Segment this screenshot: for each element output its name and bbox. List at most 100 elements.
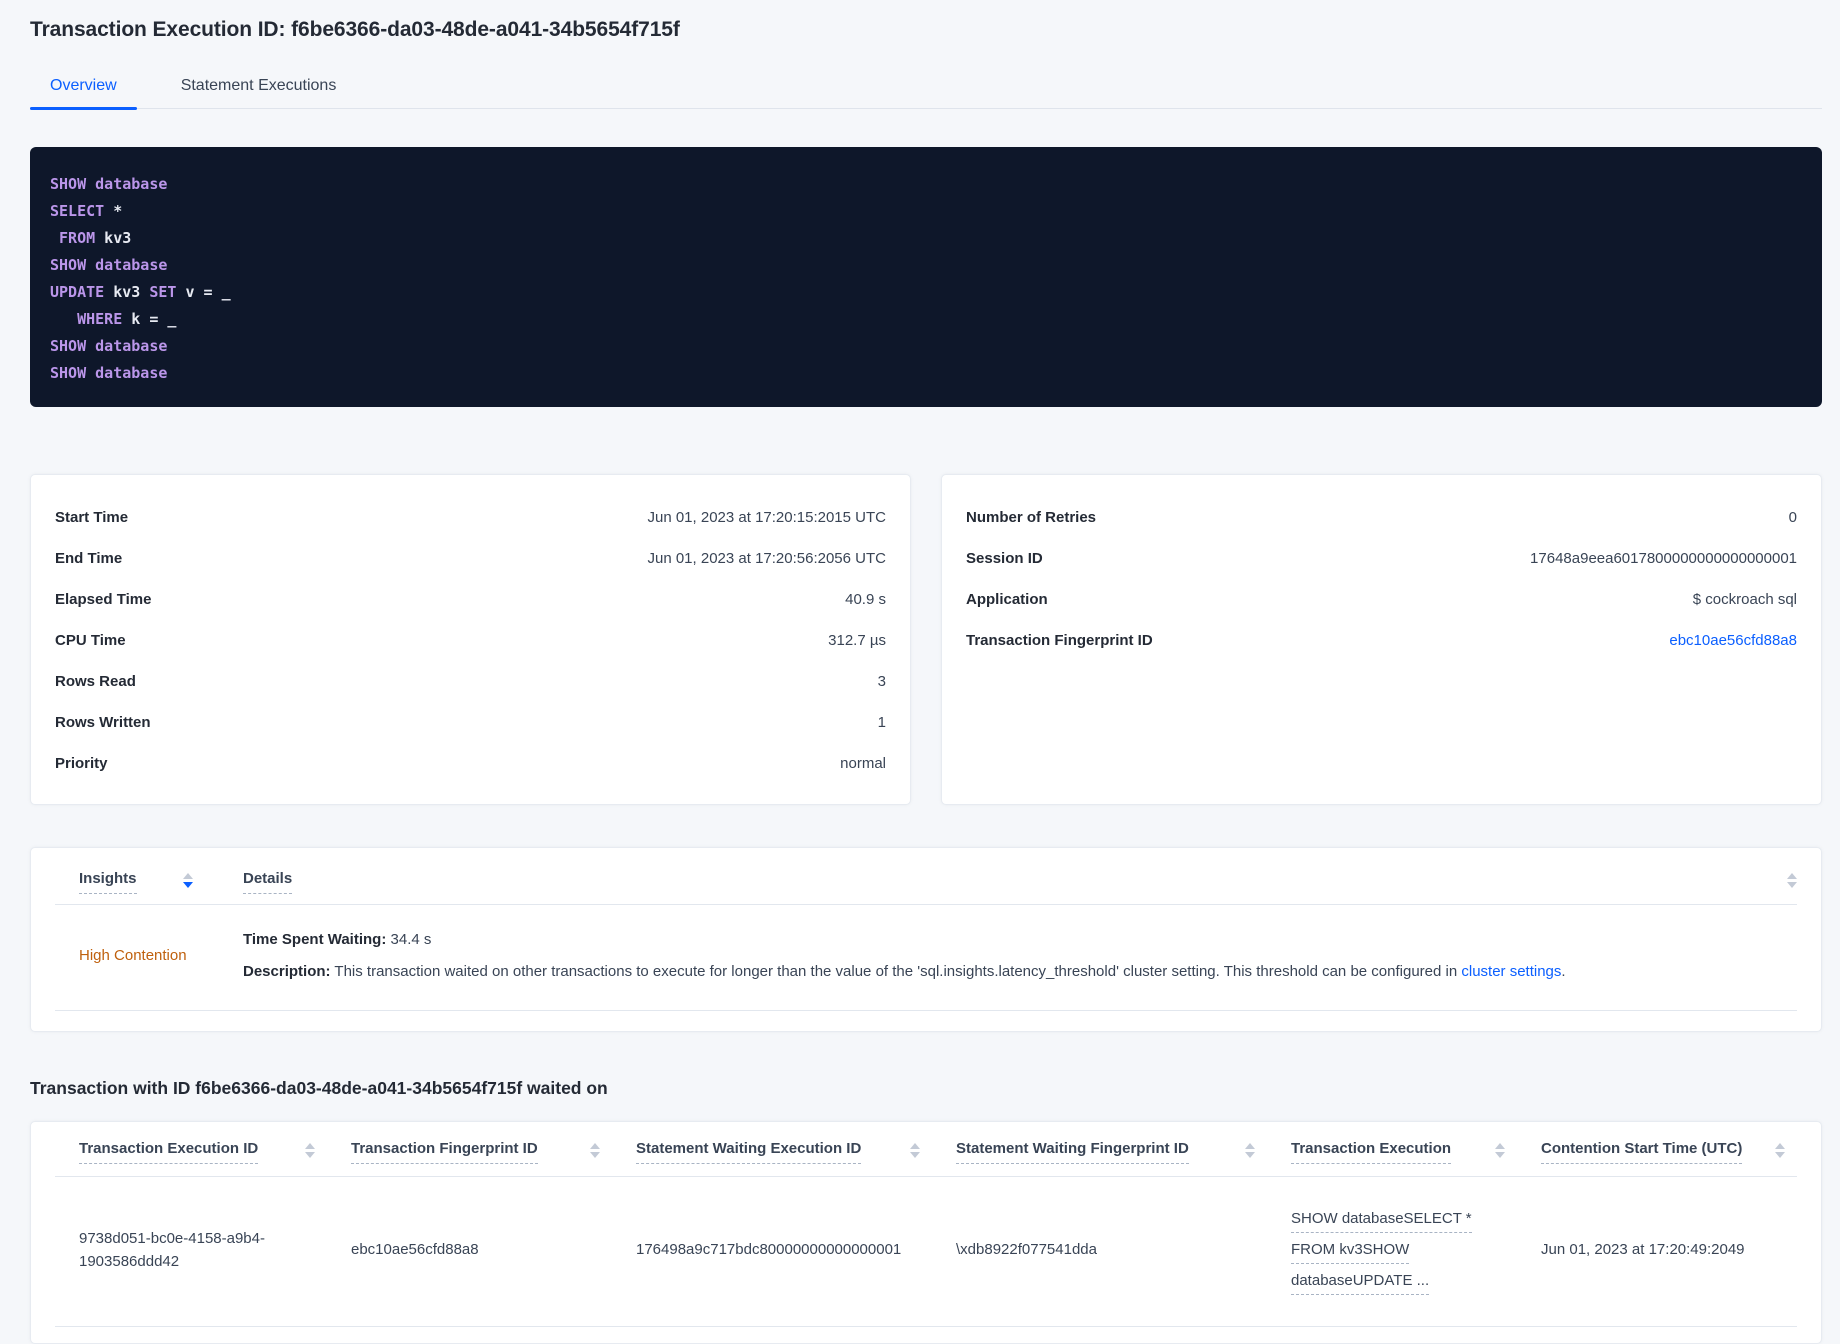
time-spent-waiting-label: Time Spent Waiting: — [243, 931, 387, 948]
summary-row: Number of Retries 0 — [942, 497, 1821, 538]
transaction-execution-preview-link[interactable]: SHOW databaseSELECT * FROM kv3SHOW databas… — [1267, 1203, 1517, 1296]
time-spent-waiting: Time Spent Waiting: 34.4 s — [243, 929, 1797, 950]
tab-bar: Overview Statement Executions — [30, 68, 1822, 110]
summary-value: Jun 01, 2023 at 17:20:15:2015 UTC — [647, 509, 886, 526]
sort-up-arrow — [910, 1143, 920, 1149]
time-spent-waiting-value: 34.4 s — [390, 931, 432, 948]
page-title: Transaction Execution ID: f6be6366-da03-… — [30, 18, 680, 41]
summary-label: CPU Time — [55, 632, 126, 649]
summary-value: Jun 01, 2023 at 17:20:56:2056 UTC — [647, 550, 886, 567]
summary-row: Elapsed Time 40.9 s — [31, 579, 910, 620]
column-header-transaction-execution-id[interactable]: Transaction Execution ID — [55, 1140, 327, 1164]
summary-label: Priority — [55, 755, 108, 772]
summary-label: Rows Written — [55, 714, 151, 731]
execution-summary-card: Start Time Jun 01, 2023 at 17:20:15:2015 … — [30, 474, 911, 805]
sort-down-arrow — [1775, 1152, 1785, 1158]
tab-overview[interactable]: Overview — [30, 68, 137, 110]
summary-row: Start Time Jun 01, 2023 at 17:20:15:2015 … — [31, 497, 910, 538]
insight-type-label: High Contention — [79, 947, 187, 964]
sort-up-arrow — [1245, 1143, 1255, 1149]
summary-row: End Time Jun 01, 2023 at 17:20:56:2056 UT… — [31, 538, 910, 579]
sort-icon[interactable] — [1787, 870, 1797, 888]
column-header-statement-waiting-execution-id[interactable]: Statement Waiting Execution ID — [612, 1140, 932, 1164]
statement-waiting-fingerprint-id-cell: \xdb8922f077541dda — [956, 1241, 1097, 1258]
summary-row: Transaction Fingerprint ID ebc10ae56cfd88… — [942, 620, 1821, 661]
sql-preview-text[interactable]: SHOW databaseSELECT * — [1291, 1209, 1472, 1233]
insights-column-label[interactable]: Insights — [79, 870, 137, 894]
sort-icon[interactable] — [910, 1140, 920, 1158]
sql-line: FROM kv3 — [50, 225, 1802, 252]
summary-value: 40.9 s — [845, 591, 886, 608]
sql-line: WHERE k = _ — [50, 306, 1802, 333]
insight-details: Time Spent Waiting: 34.4 s Description: … — [243, 929, 1797, 982]
transaction-fingerprint-link[interactable]: ebc10ae56cfd88a8 — [1669, 632, 1797, 649]
summary-value: 1 — [877, 714, 886, 731]
sort-icon[interactable] — [590, 1140, 600, 1158]
summary-label: Rows Read — [55, 673, 136, 690]
column-header-statement-waiting-fingerprint-id[interactable]: Statement Waiting Fingerprint ID — [932, 1140, 1267, 1164]
waited-on-table-card: Transaction Execution ID Transaction Fing… — [30, 1121, 1822, 1344]
sql-keyword: SHOW database — [50, 256, 168, 274]
column-label-statement-waiting-fingerprint-id[interactable]: Statement Waiting Fingerprint ID — [956, 1140, 1189, 1164]
sql-preview-text[interactable]: FROM kv3SHOW — [1291, 1240, 1410, 1264]
sort-down-arrow — [305, 1152, 315, 1158]
tab-statement-executions[interactable]: Statement Executions — [161, 68, 357, 108]
column-label-transaction-fingerprint-id[interactable]: Transaction Fingerprint ID — [351, 1140, 538, 1164]
cluster-settings-link[interactable]: cluster settings — [1461, 963, 1561, 980]
sql-keyword: FROM — [50, 229, 96, 247]
contention-start-time-cell: Jun 01, 2023 at 17:20:49:2049 — [1541, 1241, 1745, 1258]
sort-icon[interactable] — [305, 1140, 315, 1158]
sql-literal: * — [104, 202, 123, 220]
statement-waiting-execution-id-cell: 176498a9c717bdc80000000000000001 — [636, 1241, 902, 1258]
sort-icon[interactable] — [1495, 1140, 1505, 1158]
details-column-label[interactable]: Details — [243, 870, 293, 894]
summary-value: 0 — [1788, 509, 1797, 526]
column-header-contention-start-time-utc[interactable]: Contention Start Time (UTC) — [1517, 1140, 1797, 1164]
column-label-contention-start-time-utc[interactable]: Contention Start Time (UTC) — [1541, 1140, 1743, 1164]
details-column-header[interactable]: Details — [243, 870, 293, 894]
insights-column-header[interactable]: Insights — [79, 870, 243, 894]
sql-line: SELECT * — [50, 198, 1802, 225]
sql-keyword: SHOW database — [50, 337, 168, 355]
sql-line: SHOW database — [50, 360, 1802, 387]
insight-row: High Contention Time Spent Waiting: 34.4… — [55, 905, 1797, 1011]
column-header-transaction-fingerprint-id[interactable]: Transaction Fingerprint ID — [327, 1140, 612, 1164]
sort-up-arrow — [590, 1143, 600, 1149]
sort-icon[interactable] — [182, 870, 193, 888]
sort-down-arrow — [1245, 1152, 1255, 1158]
summary-label: End Time — [55, 550, 123, 567]
sql-keyword: WHERE — [50, 310, 123, 328]
summary-value: 17648a9eea6017800000000000000001 — [1530, 550, 1797, 567]
transaction-fingerprint-id-cell: ebc10ae56cfd88a8 — [351, 1241, 479, 1258]
waited-on-heading: Transaction with ID f6be6366-da03-48de-a… — [30, 1078, 608, 1098]
sql-literal: kv3 — [104, 283, 150, 301]
summary-row: Priority normal — [31, 743, 910, 784]
summary-row: Rows Written 1 — [31, 702, 910, 743]
column-label-transaction-execution-id[interactable]: Transaction Execution ID — [79, 1140, 259, 1164]
insights-card: Insights Details High Contention Time Sp… — [30, 847, 1822, 1032]
summary-value: 3 — [877, 673, 886, 690]
sql-preview-text[interactable]: databaseUPDATE ... — [1291, 1271, 1430, 1295]
summary-value: 312.7 µs — [828, 632, 886, 649]
summary-row: Application $ cockroach sql — [942, 579, 1821, 620]
waited-on-table-header: Transaction Execution ID Transaction Fing… — [55, 1122, 1797, 1177]
waited-on-table-row: 9738d051-bc0e-4158-a9b4-1903586ddd42 ebc… — [55, 1177, 1797, 1327]
summary-row: Session ID 17648a9eea60178000000000000000… — [942, 538, 1821, 579]
summary-value: normal — [840, 755, 886, 772]
summary-label: Elapsed Time — [55, 591, 152, 608]
sort-icon[interactable] — [1245, 1140, 1255, 1158]
sort-up-arrow — [1775, 1143, 1785, 1149]
sort-down-arrow — [910, 1152, 920, 1158]
sql-line: SHOW database — [50, 252, 1802, 279]
column-label-statement-waiting-execution-id[interactable]: Statement Waiting Execution ID — [636, 1140, 862, 1164]
column-label-transaction-execution[interactable]: Transaction Execution — [1291, 1140, 1452, 1164]
sql-preview-line: SHOW databaseSELECT * — [1291, 1203, 1501, 1234]
sort-icon[interactable] — [1775, 1140, 1785, 1158]
sql-statements-box: SHOW database SELECT * FROM kv3 SHOW datab… — [30, 147, 1822, 407]
summary-label: Start Time — [55, 509, 129, 526]
sql-keyword: SET — [149, 283, 177, 301]
insight-description: Description: This transaction waited on … — [243, 961, 1797, 982]
summary-label: Application — [966, 591, 1048, 608]
description-label: Description: — [243, 963, 331, 980]
column-header-transaction-execution[interactable]: Transaction Execution — [1267, 1140, 1517, 1164]
